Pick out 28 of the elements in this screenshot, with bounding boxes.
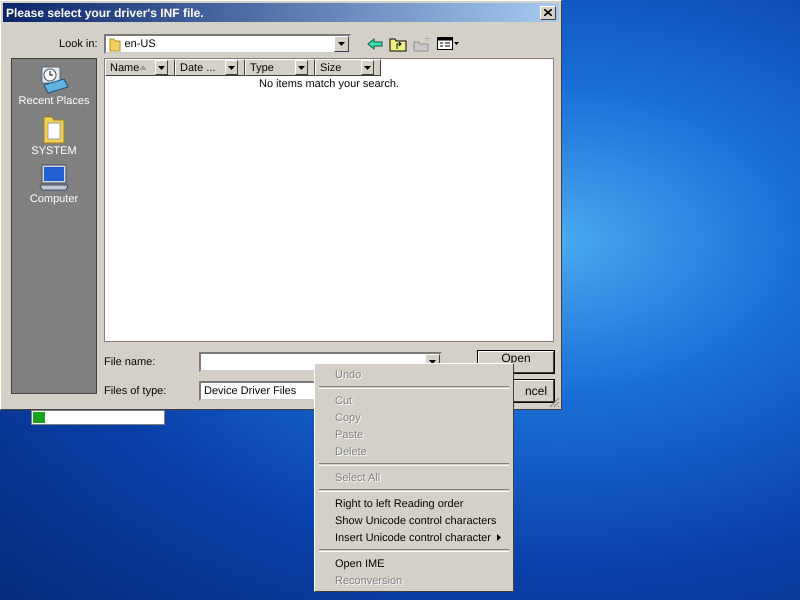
up-folder-icon[interactable] xyxy=(388,36,407,52)
close-icon xyxy=(544,9,552,16)
submenu-arrow-icon xyxy=(497,534,501,541)
look-in-label: Look in: xyxy=(59,38,98,50)
column-header[interactable]: Date ... xyxy=(175,59,245,76)
folder-icon xyxy=(108,36,121,52)
look-in-dropdown[interactable]: en-US xyxy=(104,34,351,54)
window-title: Please select your driver's INF file. xyxy=(6,6,204,20)
file-type-label: Files of type: xyxy=(104,385,168,397)
menu-item[interactable]: Open IME xyxy=(317,555,511,572)
computer-icon xyxy=(38,163,70,193)
back-arrow-icon[interactable] xyxy=(366,38,383,50)
places-item[interactable]: Computer xyxy=(30,163,78,205)
file-type-value: Device Driver Files xyxy=(204,385,296,397)
file-name-label: File name: xyxy=(104,356,156,368)
column-header[interactable]: Name xyxy=(105,59,175,76)
column-header[interactable]: Size xyxy=(315,59,381,76)
places-item[interactable]: SYSTEM xyxy=(31,113,77,157)
menu-item[interactable]: Right to left Reading order xyxy=(317,495,511,512)
menu-item[interactable]: Insert Unicode control character xyxy=(317,529,511,546)
view-menu-icon[interactable] xyxy=(436,37,459,51)
places-item[interactable]: Recent Places xyxy=(18,65,90,107)
look-in-value: en-US xyxy=(124,38,156,50)
column-header[interactable]: Type xyxy=(245,59,315,76)
empty-message: No items match your search. xyxy=(258,78,400,90)
resize-grip-icon[interactable] xyxy=(549,397,560,408)
close-button[interactable] xyxy=(540,6,556,20)
menu-item[interactable]: Show Unicode control characters xyxy=(317,512,511,529)
